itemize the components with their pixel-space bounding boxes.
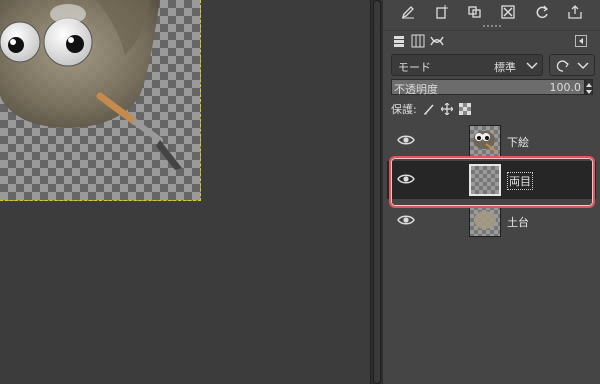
image-canvas-area[interactable]: [0, 0, 370, 384]
selected-layer-highlight: [389, 156, 595, 208]
composite-mode-button[interactable]: [549, 54, 595, 76]
composite-mode-icon: [556, 60, 569, 72]
visibility-eye-icon[interactable]: [397, 132, 415, 148]
lock-alpha-icon[interactable]: [458, 103, 471, 115]
chevron-down-icon: [526, 62, 538, 70]
lock-label: 保護:: [391, 103, 417, 116]
new-layer-icon[interactable]: [432, 3, 450, 21]
dock-grip-handle[interactable]: [483, 25, 501, 29]
mode-label: モード: [398, 61, 431, 74]
layers-tab-icon[interactable]: [391, 33, 407, 49]
mode-select[interactable]: モード 標準: [391, 54, 543, 76]
export-icon[interactable]: [566, 3, 584, 21]
duplicate-icon[interactable]: [466, 3, 484, 21]
dock-menu-icon[interactable]: [573, 33, 589, 49]
layer-name[interactable]: 土台: [507, 214, 529, 230]
mode-row: モード 標準: [391, 54, 596, 76]
opacity-label: 不透明度: [394, 83, 438, 96]
dock-tab-bar: [383, 30, 600, 51]
image-canvas[interactable]: [0, 0, 201, 201]
dock-toolbar: [383, 0, 600, 24]
layer-row-sketch[interactable]: 下絵: [387, 122, 596, 160]
lock-position-icon[interactable]: [440, 103, 453, 115]
delete-icon[interactable]: [499, 3, 517, 21]
scrollbar-thumb[interactable]: [373, 0, 381, 384]
wilber-mascot-image: [0, 0, 182, 170]
layer-thumbnail: [469, 205, 501, 237]
opacity-value: 100.0: [549, 81, 582, 94]
opacity-slider[interactable]: 不透明度 100.0: [391, 79, 585, 96]
layer-name[interactable]: 下絵: [507, 134, 529, 150]
lock-pixels-icon[interactable]: [423, 103, 435, 115]
paths-tab-icon[interactable]: [429, 33, 445, 49]
chevron-down-icon: [577, 62, 589, 70]
mode-value: 標準: [494, 61, 516, 74]
lock-row: 保護:: [391, 101, 471, 117]
spin-arrows-icon: [586, 83, 592, 94]
visibility-eye-icon[interactable]: [397, 212, 415, 228]
canvas-vertical-scrollbar[interactable]: [370, 0, 383, 384]
refresh-icon[interactable]: [533, 3, 551, 21]
layer-thumbnail: [469, 125, 501, 157]
edit-icon[interactable]: [399, 3, 417, 21]
opacity-spin-button[interactable]: [585, 79, 593, 95]
channels-tab-icon[interactable]: [410, 33, 426, 49]
